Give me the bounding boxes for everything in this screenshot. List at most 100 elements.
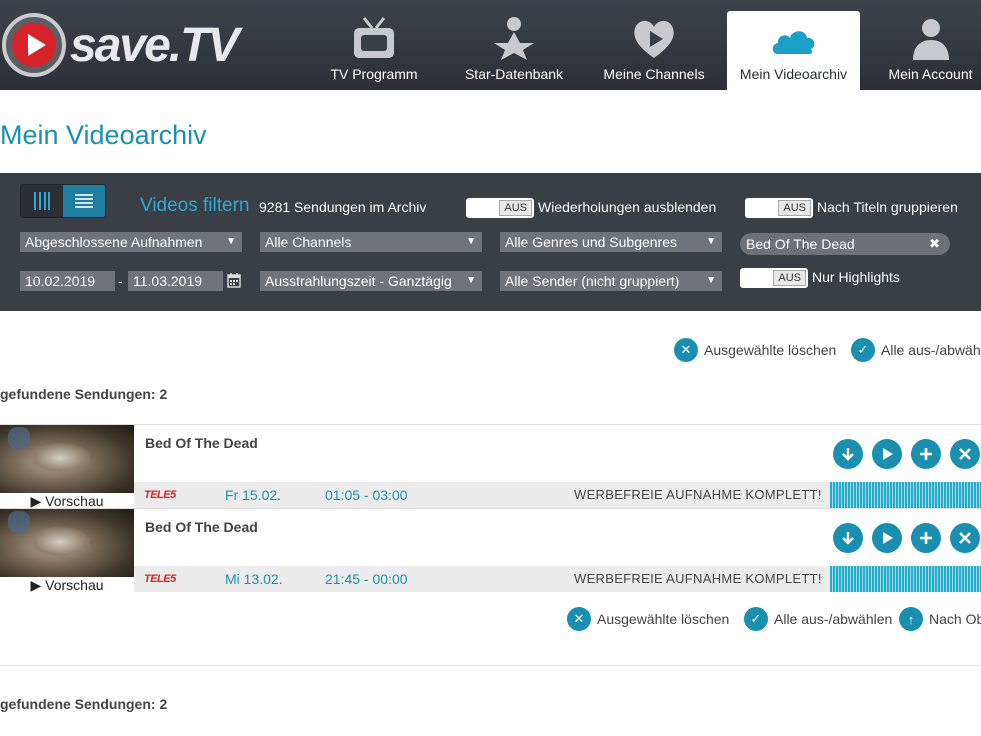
recording-progress <box>830 566 981 592</box>
date-separator: - <box>118 273 123 289</box>
select-all-button[interactable]: ✓ Alle aus-/abwäh <box>851 338 981 362</box>
recording-info-bar: TELE5 Mi 13.02. 21:45 - 00:00 WERBEFREIE… <box>134 566 981 592</box>
genres-select[interactable]: Alle Genres und Subgenres ▼ <box>500 232 722 252</box>
repeats-toggle[interactable]: AUS <box>466 198 534 218</box>
top-navigation: save.TV TV Programm Star-Datenbank Meine… <box>0 0 981 90</box>
row-actions <box>833 439 981 469</box>
delete-selected-button[interactable]: ✕ Ausgewählte löschen <box>674 338 836 362</box>
checkmark-icon: ✓ <box>744 607 768 631</box>
nav-mein-videoarchiv[interactable]: Mein Videoarchiv <box>727 11 860 90</box>
select-value: Alle Channels <box>265 234 352 250</box>
nav-meine-channels[interactable]: Meine Channels <box>598 11 710 90</box>
download-button[interactable] <box>833 439 863 469</box>
heart-play-icon <box>630 16 678 60</box>
action-label: Nach Ob <box>929 611 981 627</box>
nav-label: Mein Videoarchiv <box>739 66 848 82</box>
group-titles-toggle[interactable]: AUS <box>745 198 813 218</box>
divider <box>0 665 981 666</box>
grid-view-button[interactable] <box>21 185 63 217</box>
nav-star-datenbank[interactable]: Star-Datenbank <box>458 11 570 90</box>
close-icon <box>959 448 971 460</box>
play-button[interactable] <box>872 523 902 553</box>
search-value: Bed Of The Dead <box>746 236 855 252</box>
nav-mein-account[interactable]: Mein Account <box>880 11 981 90</box>
cloud-icon <box>770 16 818 60</box>
air-date: Mi 13.02. <box>225 571 283 587</box>
chevron-down-icon: ▼ <box>466 236 476 247</box>
action-label: Ausgewählte löschen <box>597 611 730 627</box>
view-toggle <box>20 184 106 218</box>
air-date: Fr 15.02. <box>225 487 282 503</box>
play-icon <box>883 448 893 460</box>
plus-icon <box>920 448 932 460</box>
scroll-to-top-button[interactable]: ↑ Nach Ob <box>899 607 981 631</box>
calendar-icon[interactable] <box>227 272 241 288</box>
results-count: gefundene Sendungen: 2 <box>0 696 168 712</box>
channel-logo: TELE5 <box>144 573 176 585</box>
delete-button[interactable] <box>950 523 980 553</box>
clear-search-icon[interactable]: ✖ <box>929 233 940 255</box>
action-label: Alle aus-/abwählen <box>774 611 893 627</box>
nav-label: Meine Channels <box>603 66 705 82</box>
recording-title[interactable]: Bed Of The Dead <box>145 435 258 451</box>
sender-select[interactable]: Alle Sender (nicht gruppiert) ▼ <box>500 271 722 291</box>
preview-link[interactable]: ▶ Vorschau <box>0 577 134 593</box>
thumbnail-image <box>0 509 134 577</box>
chevron-down-icon: ▼ <box>466 275 476 286</box>
recording-status: WERBEFREIE AUFNAHME KOMPLETT! <box>574 487 822 502</box>
add-button[interactable] <box>911 439 941 469</box>
preview-link[interactable]: ▶ Vorschau <box>0 493 134 509</box>
repeats-toggle-label: Wiederholungen ausblenden <box>538 199 717 215</box>
select-value: Alle Sender (nicht gruppiert) <box>505 273 680 289</box>
title-search-filter[interactable]: Bed Of The Dead ✖ <box>740 233 950 255</box>
row-actions <box>833 523 981 553</box>
toggle-state: AUS <box>773 270 806 286</box>
list-icon <box>75 194 93 208</box>
download-button[interactable] <box>833 523 863 553</box>
recordings-select[interactable]: Abgeschlossene Aufnahmen ▼ <box>20 232 242 252</box>
chevron-down-icon: ▼ <box>706 236 716 247</box>
delete-button[interactable] <box>950 439 980 469</box>
nav-label: Star-Datenbank <box>464 66 564 82</box>
nav-label: TV Programm <box>330 66 418 82</box>
select-value: Alle Genres und Subgenres <box>505 234 677 250</box>
nav-tv-programm[interactable]: TV Programm <box>318 11 430 90</box>
tv-icon <box>350 16 398 60</box>
arrow-down-icon <box>842 532 854 545</box>
save-tv-logo[interactable]: save.TV <box>2 10 239 80</box>
action-label: Alle aus-/abwäh <box>881 342 981 358</box>
select-all-button[interactable]: ✓ Alle aus-/abwählen <box>744 607 892 631</box>
group-titles-toggle-label: Nach Titeln gruppieren <box>817 199 958 215</box>
recording-info-bar: TELE5 Fr 15.02. 01:05 - 03:00 WERBEFREIE… <box>134 482 981 508</box>
air-time: 21:45 - 00:00 <box>325 571 408 587</box>
play-button[interactable] <box>872 439 902 469</box>
recording-thumbnail[interactable]: ▶ Vorschau <box>0 509 134 593</box>
play-icon <box>883 532 893 544</box>
arrow-up-icon: ↑ <box>899 607 923 631</box>
columns-icon <box>34 192 50 210</box>
filter-title: Videos filtern <box>140 195 250 216</box>
close-icon: ✕ <box>674 338 698 362</box>
list-view-button[interactable] <box>63 185 105 217</box>
archive-count: 9281 Sendungen im Archiv <box>259 199 427 215</box>
highlights-toggle[interactable]: AUS <box>740 268 808 288</box>
results-count: gefundene Sendungen: 2 <box>0 386 168 402</box>
recording-title[interactable]: Bed Of The Dead <box>145 519 258 535</box>
channels-select[interactable]: Alle Channels ▼ <box>260 232 482 252</box>
toggle-state: AUS <box>778 200 811 216</box>
thumbnail-image <box>0 425 134 493</box>
arrow-down-icon <box>842 448 854 461</box>
date-from-input[interactable]: 10.02.2019 <box>20 271 115 291</box>
airtime-select[interactable]: Ausstrahlungszeit - Ganztägig ▼ <box>260 271 482 291</box>
delete-selected-button[interactable]: ✕ Ausgewählte löschen <box>567 607 729 631</box>
logo-play-icon <box>2 13 66 77</box>
recording-status: WERBEFREIE AUFNAHME KOMPLETT! <box>574 571 822 586</box>
add-button[interactable] <box>911 523 941 553</box>
date-to-input[interactable]: 11.03.2019 <box>128 271 223 291</box>
chevron-down-icon: ▼ <box>706 275 716 286</box>
recording-row: ▶ Vorschau Bed Of The Dead TELE5 Mi 13.0… <box>0 508 981 593</box>
chevron-down-icon: ▼ <box>226 236 236 247</box>
recording-thumbnail[interactable]: ▶ Vorschau <box>0 425 134 509</box>
star-person-icon <box>490 16 538 60</box>
page-title: Mein Videoarchiv <box>0 120 207 150</box>
